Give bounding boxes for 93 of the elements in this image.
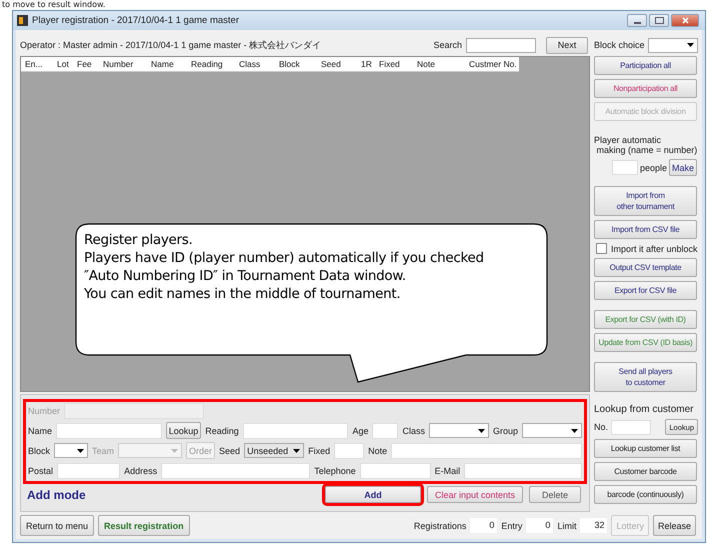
field-label: Fixed (308, 446, 330, 456)
caption-text: to move to result window. (2, 0, 106, 9)
column-header[interactable]: En... (21, 59, 53, 69)
dropdown[interactable]: Unseeded (244, 443, 304, 458)
input-field[interactable] (360, 462, 431, 478)
checkbox-label: Import it after unblock (611, 244, 698, 254)
operator-text: Operator : Master admin - 2017/10/04-1 1 game master - 株式会社バンダイ (20, 38, 322, 52)
search-field[interactable] (466, 38, 536, 52)
column-header[interactable]: 1R (357, 59, 375, 69)
field-label: Age (352, 426, 368, 436)
field-label: Group (492, 426, 518, 436)
callout-text: Register players. Players have ID (player number) automatically if you checked ″Auto Numbering ID″ in Tournament Data window. You can edit names in the middle of tournament. (84, 231, 484, 303)
dropdown[interactable] (54, 443, 88, 458)
counter-label: Limit (557, 520, 576, 530)
column-header[interactable]: Reading (187, 59, 235, 69)
field-label: Number (28, 406, 60, 416)
minimize-icon[interactable] (627, 14, 647, 27)
field-label: Note (368, 446, 388, 456)
input-field[interactable] (391, 442, 582, 458)
counter-value: 32 (580, 518, 608, 533)
column-header[interactable]: Block (275, 59, 317, 69)
action-button[interactable]: Clear input contents (427, 486, 523, 503)
caret-icon (478, 428, 485, 432)
customer-button[interactable]: barcode (continuously) (594, 485, 697, 504)
customer-number-field[interactable] (611, 420, 652, 434)
sidebar-button[interactable]: Nonparticipation all (594, 79, 697, 98)
column-header[interactable]: Fee (73, 59, 99, 69)
sidebar-button[interactable]: Import from other tournament (594, 186, 697, 216)
caret-icon (293, 448, 300, 452)
input-field[interactable] (57, 462, 120, 478)
footer-button[interactable]: Result registration (98, 515, 190, 536)
sidebar-button[interactable]: Update from CSV (ID basis) (594, 333, 697, 352)
people-label: people (640, 162, 667, 172)
column-header[interactable]: Class (235, 59, 275, 69)
caret-icon (687, 43, 694, 47)
window-title: Player registration - 2017/10/04-1 1 game master (32, 15, 239, 26)
footer-button[interactable]: Return to menu (20, 515, 94, 536)
input-field[interactable] (372, 422, 398, 438)
field-label: E-Mail (434, 466, 460, 476)
field-label: Telephone (314, 466, 356, 476)
caret-icon (77, 448, 84, 452)
auto-make-label: Player automatic making (name = number) (594, 135, 698, 155)
input-field[interactable] (464, 462, 582, 478)
customer-button[interactable]: Customer barcode (594, 462, 697, 481)
sidebar-button[interactable]: Send all players to customer (594, 362, 697, 392)
number-label: No. (594, 422, 608, 432)
action-button[interactable]: Delete (529, 486, 581, 503)
maximize-icon[interactable] (649, 14, 669, 27)
mode-label: Add mode (27, 488, 86, 502)
input-field[interactable] (161, 462, 310, 478)
column-header[interactable]: Name (147, 59, 187, 69)
customer-lookup-title: Lookup from customer (594, 404, 694, 415)
counter-label: Registrations (414, 520, 466, 530)
caret-icon (571, 428, 578, 432)
column-header[interactable]: Lot (53, 59, 73, 69)
column-header[interactable]: Custmer No. (465, 59, 517, 69)
column-header[interactable]: Fixed (375, 59, 413, 69)
block-choice-dropdown[interactable] (648, 38, 698, 52)
release-button[interactable]: Release (652, 515, 696, 536)
column-header[interactable]: Seed (317, 59, 357, 69)
sidebar-button[interactable]: Import from CSV file (594, 220, 697, 239)
sidebar-button[interactable]: Participation all (594, 56, 697, 75)
form-button[interactable]: Lookup (166, 422, 202, 439)
field-label: Name (28, 426, 52, 436)
block-choice-label: Block choice (594, 40, 645, 50)
field-label: Address (124, 466, 158, 476)
checkbox[interactable] (596, 243, 607, 254)
field-label: Postal (28, 466, 54, 476)
field-label: Team (92, 446, 114, 456)
search-label: Search (433, 40, 462, 50)
next-button[interactable]: Next (546, 36, 588, 54)
input-field[interactable] (242, 422, 348, 438)
caret-icon (171, 448, 178, 452)
field-label: Class (402, 426, 425, 436)
counter-value: 0 (470, 518, 498, 533)
counter-value: 0 (526, 518, 554, 533)
counter-label: Entry (501, 520, 522, 530)
column-header[interactable]: Note (413, 59, 465, 69)
column-header[interactable]: Number (99, 59, 147, 69)
make-button[interactable]: Make (668, 159, 697, 176)
input-field[interactable] (334, 442, 364, 458)
sidebar-button[interactable]: Output CSV template (594, 258, 697, 277)
input-field[interactable] (56, 422, 162, 438)
sidebar-button[interactable]: Export for CSV file (594, 281, 697, 300)
sidebar-button[interactable]: Export for CSV (with ID) (594, 310, 697, 329)
customer-button[interactable]: Lookup customer list (594, 439, 697, 458)
field-label: Block (28, 446, 50, 456)
field-label: Reading (205, 426, 239, 436)
action-button[interactable]: Add (325, 486, 421, 503)
app-icon (17, 15, 28, 26)
close-icon[interactable] (671, 14, 699, 27)
field-label: Seed (219, 446, 240, 456)
people-count-field[interactable] (612, 160, 638, 175)
